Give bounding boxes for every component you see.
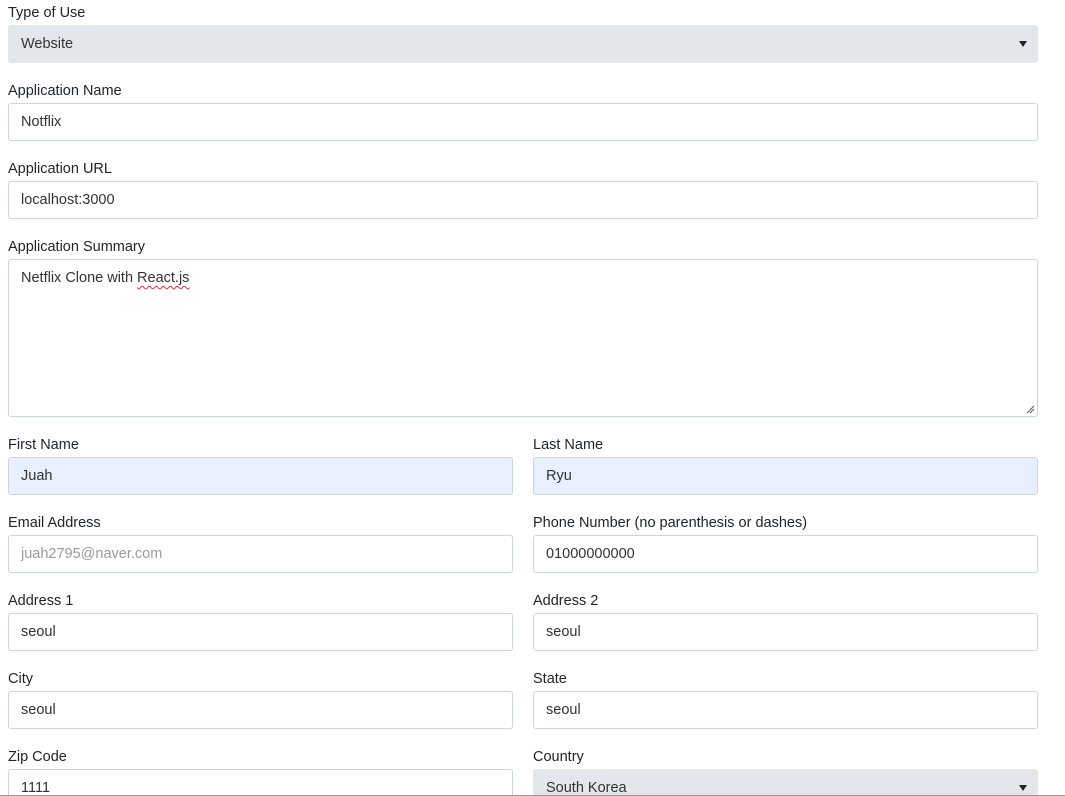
address1-group: Address 1 seoul (8, 588, 513, 652)
country-select[interactable]: South Korea (533, 769, 1038, 796)
app-url-input[interactable]: localhost:3000 (8, 181, 1038, 219)
last-name-label: Last Name (533, 437, 604, 453)
type-of-use-group: Type of Use Website (8, 0, 1038, 64)
address2-group: Address 2 seoul (533, 588, 1038, 652)
app-summary-label: Application Summary (8, 239, 145, 255)
address1-label: Address 1 (8, 593, 74, 609)
address2-value: seoul (546, 624, 581, 640)
country-group: Country South Korea (533, 744, 1038, 796)
address1-value: seoul (21, 624, 56, 640)
address1-input[interactable]: seoul (8, 613, 513, 651)
state-input[interactable]: seoul (533, 691, 1038, 729)
app-summary-text: Netflix Clone with (21, 270, 138, 286)
type-of-use-label: Type of Use (8, 5, 86, 21)
email-placeholder: juah2795@naver.com (21, 546, 163, 562)
first-name-input[interactable]: Juah (8, 457, 513, 495)
first-name-label: First Name (8, 437, 79, 453)
email-group: Email Address juah2795@naver.com (8, 510, 513, 574)
app-name-value: Notflix (21, 114, 62, 130)
first-name-value: Juah (21, 468, 53, 484)
first-name-group: First Name Juah (8, 432, 513, 496)
address2-label: Address 2 (533, 593, 599, 609)
state-label: State (533, 671, 567, 687)
city-input[interactable]: seoul (8, 691, 513, 729)
state-value: seoul (546, 702, 581, 718)
last-name-value: Ryu (546, 468, 572, 484)
phone-group: Phone Number (no parenthesis or dashes) … (533, 510, 1038, 574)
email-field[interactable]: juah2795@naver.com (8, 535, 513, 573)
country-label: Country (533, 749, 584, 765)
city-label: City (8, 671, 33, 687)
app-url-value: localhost:3000 (21, 192, 115, 208)
zip-input[interactable]: 1111 (8, 769, 513, 796)
zip-value: 1111 (21, 780, 51, 796)
spellcheck-word: React.js (137, 270, 190, 286)
state-group: State seoul (533, 666, 1038, 730)
phone-input[interactable]: 01000000000 (533, 535, 1038, 573)
last-name-group: Last Name Ryu (533, 432, 1038, 496)
city-value: seoul (21, 702, 56, 718)
zip-label: Zip Code (8, 749, 67, 765)
country-value: South Korea (546, 780, 627, 796)
phone-label: Phone Number (no parenthesis or dashes) (533, 515, 808, 531)
app-name-group: Application Name Notflix (8, 78, 1038, 142)
address2-input[interactable]: seoul (533, 613, 1038, 651)
app-summary-group: Application Summary Netflix Clone with R… (8, 234, 1038, 418)
resize-grip-icon[interactable] (1025, 404, 1035, 414)
city-group: City seoul (8, 666, 513, 730)
email-label: Email Address (8, 515, 101, 531)
app-url-label: Application URL (8, 161, 112, 177)
app-url-group: Application URL localhost:3000 (8, 156, 1038, 220)
zip-group: Zip Code 1111 (8, 744, 513, 796)
type-of-use-select[interactable]: Website (8, 25, 1038, 63)
phone-value: 01000000000 (546, 546, 635, 562)
app-summary-textarea[interactable]: Netflix Clone with React.js (8, 259, 1038, 417)
type-of-use-value: Website (21, 36, 74, 52)
application-form: Type of Use Website Application Name Not… (0, 0, 1065, 796)
app-name-input[interactable]: Notflix (8, 103, 1038, 141)
chevron-down-icon (1019, 41, 1027, 47)
app-name-label: Application Name (8, 83, 122, 99)
last-name-input[interactable]: Ryu (533, 457, 1038, 495)
chevron-down-icon (1019, 785, 1027, 791)
